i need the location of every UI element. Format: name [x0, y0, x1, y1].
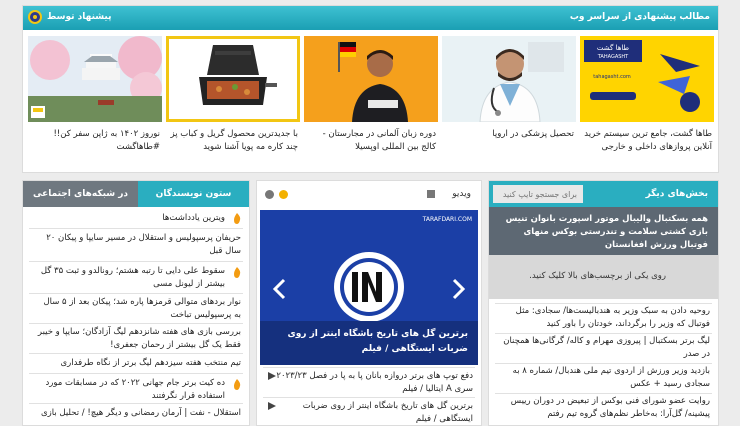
sections-title: بخش‌های دیگر — [645, 189, 708, 199]
widget-title: مطالب پیشنهادی از سراسر وب — [569, 12, 710, 22]
list-item[interactable]: بازدید وزیر ورزش از اردوی تیم ملی هندبال… — [495, 365, 710, 391]
flame-icon — [234, 213, 241, 224]
card-caption: با جدیدترین محصول گریل و کباب پز چند کار… — [170, 129, 298, 152]
svg-text:tahagasht.com: tahagasht.com — [593, 74, 631, 80]
svg-text:TAHAGASHT: TAHAGASHT — [597, 54, 629, 60]
card-caption: طاها گشت، جامع ترین سیستم خرید آنلاین پر… — [584, 129, 712, 152]
tag-hint-box: روی یکی از برچسب‌های بالا کلیک کنید. — [489, 255, 718, 299]
tag-hint: روی یکی از برچسب‌های بالا کلیک کنید. — [529, 271, 666, 281]
list-item[interactable]: نوار بردهای متوالی قرمزها پاره شد؛ پیکان… — [36, 296, 241, 322]
list-item[interactable]: روحیه دادن به سبک وزیر به هندبالیست‌ها/ … — [495, 305, 710, 331]
video-panel: ویدیو TARAFDARI.COM برترین گل های تاریخ … — [256, 180, 482, 426]
list-item[interactable]: ده کیت برتر جام جهانی ۲۰۲۲ که در مسابقات… — [35, 377, 225, 403]
video-icon — [427, 190, 435, 198]
sections-header-bar: بخش‌های دیگر — [489, 181, 718, 207]
columnists-panel: ستون نویسندگان در شبکه‌های اجتماعی ویتری… — [22, 180, 250, 426]
columnists-tabs: ستون نویسندگان در شبکه‌های اجتماعی — [23, 181, 249, 207]
card-thumbnail — [304, 36, 438, 122]
recommended-card[interactable]: دوره زبان آلمانی در مجارستان - کالج بین … — [304, 36, 438, 166]
recommended-card[interactable]: طاها گشت TAHAGASHT tahagasht.com طاها گش… — [580, 36, 714, 166]
slider-dot[interactable] — [265, 190, 274, 199]
card-thumbnail — [442, 36, 576, 122]
recommended-widget: مطالب پیشنهادی از سراسر وب پیشنهاد توسط … — [22, 5, 719, 173]
recommended-card[interactable]: با جدیدترین محصول گریل و کباب پز چند کار… — [166, 36, 300, 166]
card-thumbnail: طاها گشت TAHAGASHT tahagasht.com — [580, 36, 714, 122]
svg-text:طاها گشت: طاها گشت — [597, 43, 630, 52]
play-icon — [268, 402, 276, 410]
gear-icon[interactable] — [27, 9, 43, 25]
sponsor-label[interactable]: پیشنهاد توسط — [47, 12, 111, 22]
list-item[interactable]: حریفان پرسپولیس و استقلال در مسیر سایپا … — [36, 232, 241, 258]
search-input[interactable] — [493, 185, 583, 203]
list-item[interactable]: روایت عضو شورای فنی بوکس از تبعیض در دور… — [495, 395, 710, 421]
list-item[interactable]: ویترین یادداشت‌ها — [162, 212, 225, 225]
widget-header: مطالب پیشنهادی از سراسر وب پیشنهاد توسط — [23, 6, 718, 30]
slide-caption[interactable]: برترین گل های تاریخ باشگاه اینتر از روی … — [260, 321, 478, 365]
inter-logo — [334, 252, 404, 322]
video-item[interactable]: برترین گل های تاریخ باشگاه اینتر از روی … — [273, 400, 473, 426]
flame-icon — [234, 267, 241, 278]
video-item[interactable]: دفع توپ های برتر دروازه بانان پا به پا د… — [273, 370, 473, 396]
card-caption: دوره زبان آلمانی در مجارستان - کالج بین … — [322, 129, 436, 152]
list-item[interactable]: بررسی بازی های هفته شانزدهم لیگ آزادگان؛… — [36, 326, 241, 352]
card-thumbnail — [28, 36, 162, 122]
tag-list[interactable]: همه بسکتبال والیبال موتور اسپورت بانوان … — [489, 207, 718, 255]
chevron-left-icon[interactable] — [272, 278, 286, 300]
sections-panel: بخش‌های دیگر همه بسکتبال والیبال موتور ا… — [488, 180, 719, 426]
recommended-card[interactable]: نوروز ۱۴۰۲ به ژاپن سفر کن!! #طاهاگشت — [28, 36, 162, 166]
play-icon — [268, 372, 276, 380]
list-item[interactable]: لیگ برتر بسکتبال | پیروزی مهرام و کاله/ … — [495, 335, 710, 361]
card-caption: تحصیل پزشکی در اروپا — [492, 129, 574, 139]
tab-columnists[interactable]: ستون نویسندگان — [138, 181, 249, 207]
recommended-card[interactable]: تحصیل پزشکی در اروپا — [442, 36, 576, 166]
card-thumbnail — [166, 36, 300, 122]
list-item[interactable]: تیم منتخب هفته سیزدهم لیگ برتر از نگاه ط… — [36, 357, 241, 370]
list-item[interactable]: سقوط علی دایی تا رتبه هشتم؛ رونالدو و ثب… — [35, 265, 225, 291]
tab-social[interactable]: در شبکه‌های اجتماعی — [23, 181, 138, 207]
watermark: TARAFDARI.COM — [422, 216, 472, 223]
video-label: ویدیو — [452, 189, 471, 199]
video-header: ویدیو — [257, 181, 481, 207]
slider-dot-active[interactable] — [279, 190, 288, 199]
chevron-right-icon[interactable] — [452, 278, 466, 300]
list-item[interactable]: استقلال - نفت | آرمان رمضانی و دیگر هیچ!… — [36, 407, 241, 420]
flame-icon — [234, 379, 241, 390]
video-slide[interactable]: TARAFDARI.COM برترین گل های تاریخ باشگاه… — [260, 210, 478, 365]
card-caption: نوروز ۱۴۰۲ به ژاپن سفر کن!! #طاهاگشت — [53, 129, 160, 152]
